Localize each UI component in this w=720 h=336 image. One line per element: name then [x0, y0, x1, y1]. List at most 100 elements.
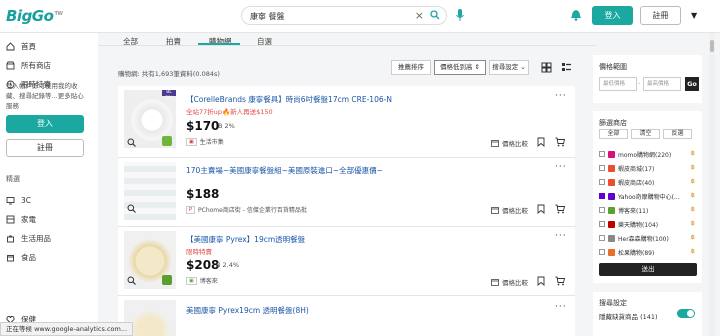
store-badge	[162, 136, 172, 146]
cart-icon[interactable]	[555, 204, 565, 214]
sidebar-register-button[interactable]: 註冊	[6, 139, 84, 157]
section-title: 精選	[6, 175, 20, 183]
submit-filter-button[interactable]: 送出	[599, 263, 697, 276]
product-card[interactable]: 美國康寧 Pyrex19cm 透明餐盤(8H) ···	[118, 296, 575, 336]
cashback-icon: ฿	[691, 248, 695, 255]
store-filter-item[interactable]: Her森森購物(100) ฿	[599, 233, 699, 243]
zoom-icon[interactable]	[127, 204, 136, 213]
more-options-icon[interactable]: ···	[555, 231, 567, 241]
more-options-icon[interactable]: ···	[555, 302, 567, 312]
product-card[interactable]: 170主賣場~美國康寧餐盤組~美國原裝進口~全部優惠價~ $188 P PChom…	[118, 158, 575, 226]
bookmark-icon[interactable]	[537, 276, 545, 286]
sort-recommended-button[interactable]: 推薦排序	[391, 60, 431, 75]
product-card[interactable]: 【美國康寧 Pyrex】19cm透明餐盤 限時特賣 $208 B 2.4% ▣ 博…	[118, 227, 575, 295]
checkbox[interactable]	[599, 151, 605, 157]
invert-button[interactable]: 反選	[663, 129, 692, 139]
store-name: Her森森購物(100)	[618, 235, 669, 243]
shop-logo: P	[186, 205, 196, 214]
promo-text: 全站77折up🔥新人再送$150	[186, 108, 273, 116]
sidebar-item-food[interactable]: 食品	[6, 250, 36, 264]
sidebar-item-daily[interactable]: 生活用品	[6, 231, 51, 245]
sidebar-item-all-stores[interactable]: 所有商店	[6, 58, 51, 72]
store-logo	[608, 192, 615, 200]
bell-icon[interactable]	[570, 8, 582, 22]
product-title[interactable]: 【CorelleBrands 康寧餐具】時尚6吋餐盤17cm CRE-106-N	[186, 94, 392, 105]
zoom-icon[interactable]	[127, 138, 136, 147]
shop-name: PChome商店街 - 信傑企業行百貨精品批	[198, 207, 307, 214]
select-all-button[interactable]: 全部	[599, 129, 628, 139]
calendar-icon	[491, 207, 499, 214]
logo[interactable]: BigGoTW	[6, 7, 63, 25]
clear-button[interactable]: 清空	[631, 129, 660, 139]
search-bar[interactable]: 康寧 餐盤 ×	[241, 6, 447, 25]
bookmark-icon[interactable]	[537, 137, 545, 147]
product-title[interactable]: 美國康寧 Pyrex19cm 透明餐盤(8H)	[186, 305, 309, 316]
shop-logo: ▣	[186, 137, 197, 146]
sidebar-item-appliance[interactable]: 家電	[6, 212, 36, 226]
store-filter-item[interactable]: momo購物網(220) ฿	[599, 149, 699, 159]
shop-info[interactable]: P PChome商店街 - 信傑企業行百貨精品批	[186, 205, 307, 214]
more-options-icon[interactable]: ···	[555, 162, 567, 172]
hide-out-of-stock-label: 隱藏缺貨商品 (141)	[599, 311, 658, 321]
store-filter-title: 篩選商店	[599, 119, 627, 127]
price-go-button[interactable]: Go	[685, 77, 699, 91]
more-options-icon[interactable]: ···	[555, 91, 567, 101]
checkbox[interactable]	[599, 207, 605, 213]
store-filter-item[interactable]: Yahoo奇摩購物中心(... ฿	[599, 191, 699, 201]
hide-out-of-stock-toggle[interactable]	[677, 309, 695, 318]
min-price-input[interactable]: 最低價格	[599, 77, 637, 91]
cart-icon[interactable]	[555, 137, 565, 147]
sidebar-login-button[interactable]: 登入	[6, 115, 84, 133]
microphone-icon[interactable]	[454, 8, 466, 22]
store-filter-panel: 篩選商店 全部 清空 反選 momo購物網(220) ฿ 蝦皮商城(17) ฿ 蝦皮…	[593, 111, 702, 283]
list-view-icon[interactable]	[561, 62, 572, 73]
bag-icon	[7, 234, 14, 242]
store-filter-item[interactable]: 蝦皮商店(40) ฿	[599, 177, 699, 187]
cashback-icon: ฿	[691, 206, 695, 213]
sidebar-item-label: 所有商店	[21, 60, 51, 70]
price-compare-button[interactable]: 價格比較	[491, 138, 528, 148]
cashback-icon: ฿	[691, 220, 695, 227]
scrollbar-thumb[interactable]	[710, 40, 714, 52]
calendar-icon	[491, 140, 499, 147]
checkbox-checked[interactable]	[599, 193, 605, 199]
shop-info[interactable]: ▣ 生活市集	[186, 137, 224, 146]
checkbox[interactable]	[599, 165, 605, 171]
store-filter-item[interactable]: 樂天購物(104) ฿	[599, 219, 699, 229]
checkbox[interactable]	[599, 221, 605, 227]
store-filter-item[interactable]: 松果購物(89) ฿	[599, 247, 699, 257]
chevron-down-icon[interactable]: ▼	[691, 11, 697, 20]
shop-name: 博客來	[199, 278, 218, 285]
product-card[interactable]: BL 2% 【CorelleBrands 康寧餐具】時尚6吋餐盤17cm CRE…	[118, 86, 575, 158]
sidebar-item-3c[interactable]: 3C	[6, 193, 31, 207]
price-compare-button[interactable]: 價格比較	[491, 205, 528, 215]
store-filter-item[interactable]: 博客來(11) ฿	[599, 205, 699, 215]
store-filter-item[interactable]: 蝦皮商城(17) ฿	[599, 163, 699, 173]
store-filter-buttons: 全部 清空 反選	[599, 129, 692, 139]
login-button[interactable]: 登入	[592, 6, 633, 25]
zoom-icon[interactable]	[127, 276, 136, 285]
max-price-input[interactable]: 最高價格	[643, 77, 681, 91]
search-settings-panel: 搜尋設定 隱藏缺貨商品 (141)	[593, 292, 702, 336]
sidebar-item-home[interactable]: 首頁	[6, 39, 36, 53]
product-title[interactable]: 170主賣場~美國康寧餐盤組~美國原裝進口~全部優惠價~	[186, 165, 383, 176]
cart-icon[interactable]	[555, 276, 565, 286]
bookmark-icon[interactable]	[537, 204, 545, 214]
price-compare-label: 價格比較	[502, 279, 528, 287]
checkbox[interactable]	[599, 249, 605, 255]
sort-price-asc-button[interactable]: 價格低到高 ⇕	[434, 60, 486, 75]
product-title[interactable]: 【美國康寧 Pyrex】19cm透明餐盤	[186, 234, 305, 245]
monitor-icon	[6, 196, 15, 204]
checkbox[interactable]	[599, 235, 605, 241]
register-button[interactable]: 註冊	[640, 6, 681, 25]
scrollbar[interactable]	[709, 33, 715, 336]
search-icon[interactable]	[430, 10, 440, 20]
search-settings-button[interactable]: 搜尋設定 ⌄	[489, 60, 529, 75]
logo-text: BigGo	[6, 7, 54, 25]
checkbox[interactable]	[599, 179, 605, 185]
clear-icon[interactable]: ×	[415, 9, 424, 22]
grid-view-icon[interactable]	[541, 62, 552, 73]
search-input[interactable]: 康寧 餐盤	[250, 11, 285, 22]
price-compare-button[interactable]: 價格比較	[491, 277, 528, 287]
shop-info[interactable]: ▣ 博客來	[186, 276, 218, 285]
